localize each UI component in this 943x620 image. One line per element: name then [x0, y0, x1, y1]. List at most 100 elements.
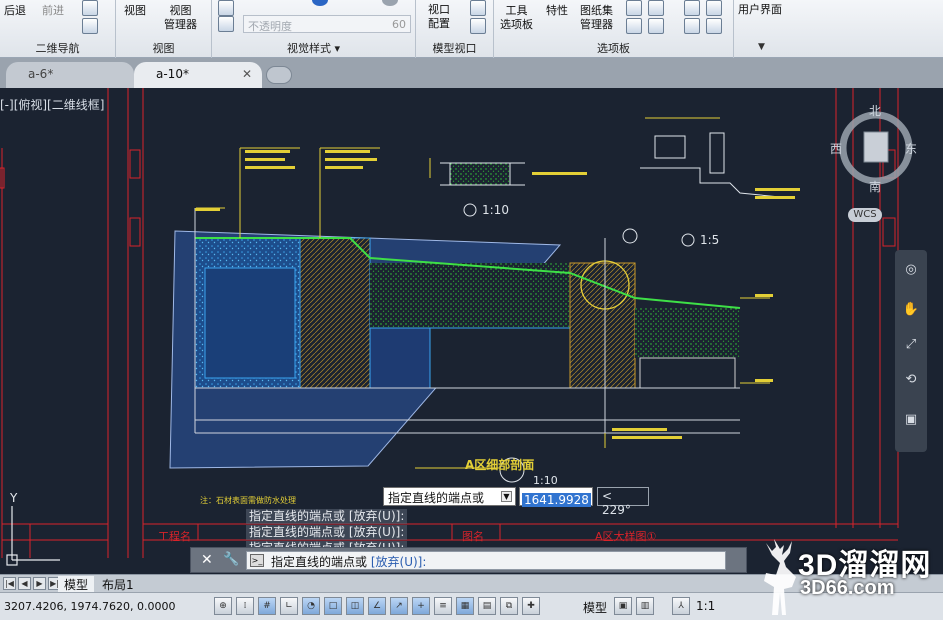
- grid-icon[interactable]: #: [258, 597, 276, 615]
- dynamic-prompt-text: 指定直线的端点或: [388, 491, 485, 505]
- user-interface-button[interactable]: 用户界面: [738, 3, 782, 17]
- otrack-icon[interactable]: ∠: [368, 597, 386, 615]
- document-tabs: a-6* a-10* ✕: [0, 58, 943, 88]
- navigation-bar: ◎ ✋ ⤢ ⟲ ▣: [895, 250, 927, 452]
- pan-icon[interactable]: [82, 0, 98, 16]
- command-history-line: 指定直线的端点或 [放弃(U)]:: [246, 525, 408, 540]
- quick-view-layouts-icon[interactable]: ▣: [614, 597, 632, 615]
- selection-cycling-icon[interactable]: ⧉: [500, 597, 518, 615]
- calc-icon[interactable]: [648, 18, 664, 34]
- svg-text:Y: Y: [9, 491, 18, 505]
- coordinate-display[interactable]: 3207.4206, 1974.7620, 0.0000: [4, 600, 175, 613]
- detail1-scale: 1:10: [482, 203, 509, 217]
- visual-styles-group-label: 视觉样式: [286, 42, 331, 55]
- close-command-line-icon[interactable]: ✕: [201, 552, 213, 568]
- snap-icon[interactable]: ⁞: [236, 597, 254, 615]
- back-button[interactable]: 后退: [4, 4, 26, 18]
- zoom-icon[interactable]: [82, 18, 98, 34]
- model-viewports-group: 视口 配置 模型视口: [416, 0, 494, 58]
- tab-layout1[interactable]: 布局1: [96, 576, 140, 592]
- tab-model[interactable]: 模型: [58, 576, 95, 592]
- markup-icon[interactable]: [626, 18, 642, 34]
- pan-hand-icon[interactable]: ✋: [901, 300, 921, 320]
- next-layout-icon[interactable]: ▶: [33, 577, 46, 590]
- new-tab-button[interactable]: [266, 66, 292, 84]
- visual-style-icon[interactable]: [218, 0, 234, 16]
- palettes-group-label: 选项板: [597, 42, 630, 55]
- lineweight-icon[interactable]: ≡: [434, 597, 452, 615]
- ortho-icon[interactable]: ∟: [280, 597, 298, 615]
- steering-wheel-icon[interactable]: ◎: [901, 260, 921, 280]
- nav2d-group: 后退 前进 二维导航: [0, 0, 116, 58]
- watermark: 3D溜溜网 3D66.com: [748, 535, 943, 620]
- properties-button[interactable]: 特性: [546, 4, 568, 18]
- shadow-icon[interactable]: [382, 0, 398, 6]
- palettes-group: 工具 选项板 特性 图纸集 管理器 选项板: [494, 0, 734, 58]
- customize-wrench-icon[interactable]: 🔧: [223, 552, 239, 567]
- color-ball-icon[interactable]: [312, 0, 328, 6]
- dyn-icon[interactable]: +: [412, 597, 430, 615]
- tab-label: a-10*: [156, 67, 189, 81]
- viewport-restore-icon[interactable]: [470, 18, 486, 34]
- external-ref-icon[interactable]: [706, 18, 722, 34]
- detail2-scale: 1:5: [700, 233, 720, 247]
- model-viewports-group-label: 模型视口: [432, 42, 477, 55]
- ducs-icon[interactable]: ↗: [390, 597, 408, 615]
- showmotion-icon[interactable]: ▣: [901, 410, 921, 430]
- viewport-config-button[interactable]: 视口 配置: [428, 3, 450, 31]
- tool-palette-button[interactable]: 工具 选项板: [500, 4, 533, 32]
- hatch-edit-icon[interactable]: [684, 0, 700, 16]
- options-dropdown-icon[interactable]: ▼: [501, 491, 512, 502]
- command-prompt-icon: >_: [250, 554, 264, 567]
- view-group-label: 视图: [152, 42, 175, 55]
- command-input[interactable]: >_ 指定直线的端点或 [放弃(U)]:: [246, 551, 726, 570]
- infer-constraints-icon[interactable]: ⊕: [214, 597, 232, 615]
- drawing-note: 注：石材表面需做防水处理: [200, 496, 296, 505]
- forward-button[interactable]: 前进: [42, 4, 64, 18]
- first-layout-icon[interactable]: |◀: [3, 577, 16, 590]
- layer-icon[interactable]: [626, 0, 642, 16]
- viewcube-west[interactable]: 西: [830, 140, 842, 157]
- quick-properties-icon[interactable]: ▤: [478, 597, 496, 615]
- user-interface-group: 用户界面 ▼: [734, 0, 796, 58]
- view-manager-button[interactable]: 视图 管理器: [164, 4, 197, 32]
- expand-icon[interactable]: ▼: [758, 42, 765, 52]
- transparency-icon[interactable]: ▦: [456, 597, 474, 615]
- viewport-join-icon[interactable]: [470, 0, 486, 16]
- xray-icon[interactable]: [218, 16, 234, 32]
- annotation-scale[interactable]: 1:1: [696, 599, 715, 613]
- ribbon: 后退 前进 二维导航 视图 视图 管理器 视图 不透明度 60 视觉样式 ▾ 视…: [0, 0, 943, 58]
- annotation-monitor-icon[interactable]: ✚: [522, 597, 540, 615]
- prev-layout-icon[interactable]: ◀: [18, 577, 31, 590]
- quick-view-drawings-icon[interactable]: ▥: [636, 597, 654, 615]
- design-center-icon[interactable]: [648, 0, 664, 16]
- wcs-menu[interactable]: WCS: [848, 208, 882, 222]
- viewcube-south[interactable]: 南: [869, 178, 881, 195]
- viewport-controls[interactable]: [-][俯视][二维线框]: [0, 96, 104, 113]
- zoom-extents-icon[interactable]: ⤢: [901, 335, 921, 355]
- tab-a10[interactable]: a-10* ✕: [134, 62, 262, 88]
- model-space-button[interactable]: 模型: [583, 599, 607, 616]
- nav2d-group-label: 二维导航: [35, 42, 80, 55]
- command-options[interactable]: [放弃(U)]:: [371, 555, 427, 569]
- polar-icon[interactable]: ◔: [302, 597, 320, 615]
- angle-input[interactable]: < 229°: [597, 487, 649, 517]
- 3d-osnap-icon[interactable]: ◫: [346, 597, 364, 615]
- viewcube-north[interactable]: 北: [869, 102, 881, 119]
- command-prompt: 指定直线的端点或: [271, 555, 368, 569]
- section-scale: 1:10: [533, 474, 558, 487]
- tab-label: a-6*: [28, 67, 54, 81]
- refresh-icon[interactable]: [684, 18, 700, 34]
- tab-a6[interactable]: a-6*: [6, 62, 134, 88]
- command-line: ✕ 🔧 >_ 指定直线的端点或 [放弃(U)]:: [190, 547, 747, 573]
- length-input[interactable]: 1641.9928: [519, 487, 593, 507]
- opacity-field[interactable]: 不透明度 60: [243, 15, 411, 33]
- close-tab-icon[interactable]: ✕: [242, 67, 252, 81]
- annotation-scale-icon[interactable]: ⅄: [672, 597, 690, 615]
- viewcube-east[interactable]: 东: [905, 140, 917, 157]
- view-button[interactable]: 视图: [124, 4, 146, 18]
- sheetset-manager-button[interactable]: 图纸集 管理器: [580, 4, 613, 32]
- link-icon[interactable]: [706, 0, 722, 16]
- orbit-icon[interactable]: ⟲: [901, 370, 921, 390]
- osnap-icon[interactable]: □: [324, 597, 342, 615]
